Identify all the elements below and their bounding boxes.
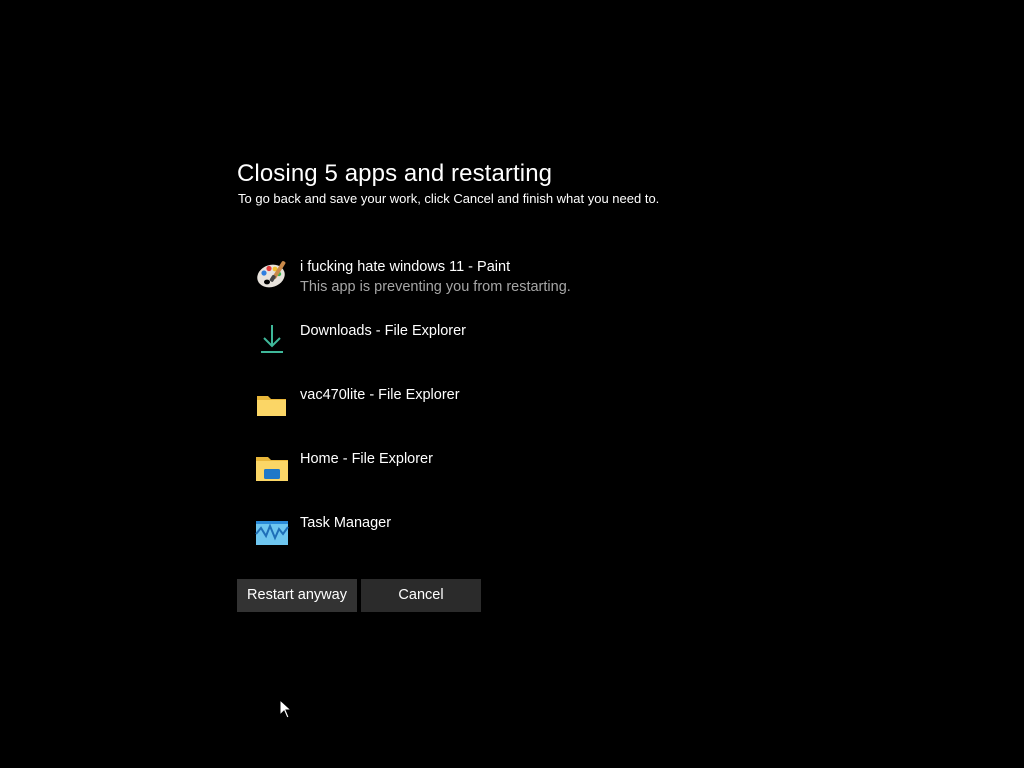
folder-icon [255, 386, 289, 420]
dialog-subtitle: To go back and save your work, click Can… [238, 191, 660, 206]
list-item: Task Manager [255, 510, 775, 574]
task-manager-icon [255, 514, 289, 548]
home-folder-icon [255, 450, 289, 484]
app-name: Home - File Explorer [300, 451, 433, 467]
app-name: vac470lite - File Explorer [300, 387, 460, 403]
app-name: Downloads - File Explorer [300, 323, 467, 339]
download-arrow-icon [255, 322, 289, 356]
list-item: vac470lite - File Explorer [255, 382, 775, 446]
shutdown-screen: Closing 5 apps and restarting To go back… [0, 0, 1024, 768]
cancel-button[interactable]: Cancel [361, 579, 481, 612]
list-item: Downloads - File Explorer [255, 318, 775, 382]
list-item: i fucking hate windows 11 - Paint This a… [255, 254, 775, 318]
restart-dialog: Closing 5 apps and restarting To go back… [237, 158, 797, 612]
dialog-title: Closing 5 apps and restarting [237, 160, 553, 187]
app-name: i fucking hate windows 11 - Paint [300, 259, 511, 275]
list-item: Home - File Explorer [255, 446, 775, 510]
dialog-buttons: Restart anyway Cancel [237, 579, 481, 612]
paint-palette-icon [255, 258, 289, 292]
mouse-cursor-icon [279, 699, 292, 719]
app-name: Task Manager [300, 515, 392, 531]
blocking-app-list: i fucking hate windows 11 - Paint This a… [255, 254, 775, 574]
app-status: This app is preventing you from restarti… [300, 279, 571, 295]
restart-anyway-button[interactable]: Restart anyway [237, 579, 357, 612]
